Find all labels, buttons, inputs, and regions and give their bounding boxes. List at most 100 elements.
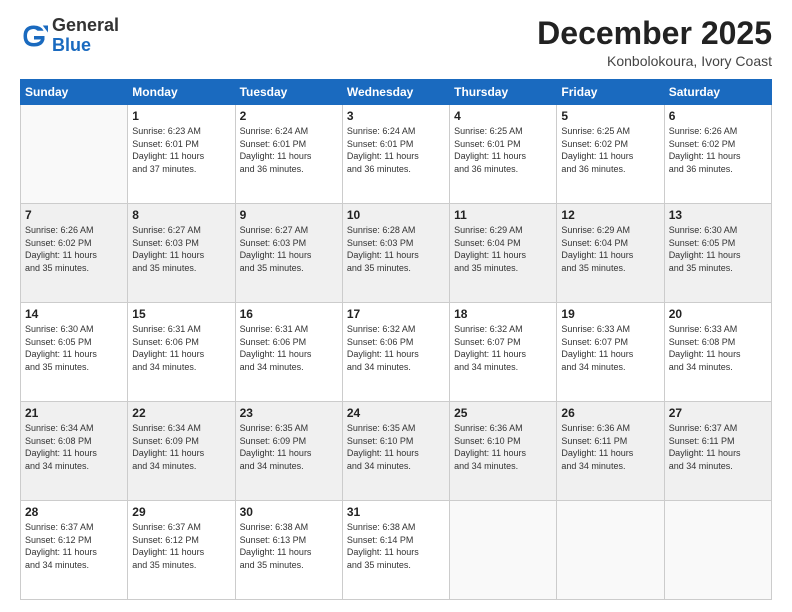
calendar-cell: 30 Sunrise: 6:38 AM Sunset: 6:13 PM Dayli… <box>235 501 342 600</box>
day-number: 13 <box>669 208 767 222</box>
title-block: December 2025 Konbolokoura, Ivory Coast <box>537 16 772 69</box>
calendar-cell: 29Sunrise: 6:37 AM Sunset: 6:12 PM Dayli… <box>128 501 235 600</box>
day-number: 22 <box>132 406 230 420</box>
day-number: 14 <box>25 307 123 321</box>
calendar-cell: 3 Sunrise: 6:24 AM Sunset: 6:01 PM Daylig… <box>342 105 449 204</box>
calendar-week-5: 28 Sunrise: 6:37 AM Sunset: 6:12 PM Dayli… <box>21 501 772 600</box>
day-info: Sunrise: 6:30 AM Sunset: 6:05 PM Dayligh… <box>25 323 123 373</box>
day-info: Sunrise: 6:32 AM Sunset: 6:07 PM Dayligh… <box>454 323 552 373</box>
calendar-cell: 26 Sunrise: 6:36 AM Sunset: 6:11 PM Dayli… <box>557 402 664 501</box>
day-number: 7 <box>25 208 123 222</box>
calendar-cell: 1Sunrise: 6:23 AM Sunset: 6:01 PM Daylig… <box>128 105 235 204</box>
calendar-cell: 14 Sunrise: 6:30 AM Sunset: 6:05 PM Dayli… <box>21 303 128 402</box>
calendar: SundayMondayTuesdayWednesdayThursdayFrid… <box>20 79 772 600</box>
calendar-cell: 4 Sunrise: 6:25 AM Sunset: 6:01 PM Daylig… <box>450 105 557 204</box>
day-info: Sunrise: 6:29 AM Sunset: 6:04 PM Dayligh… <box>561 224 659 274</box>
calendar-cell <box>450 501 557 600</box>
calendar-cell: 12 Sunrise: 6:29 AM Sunset: 6:04 PM Dayli… <box>557 204 664 303</box>
day-info: Sunrise: 6:35 AM Sunset: 6:09 PM Dayligh… <box>240 422 338 472</box>
calendar-cell: 22 Sunrise: 6:34 AM Sunset: 6:09 PM Dayli… <box>128 402 235 501</box>
day-info: Sunrise: 6:37 AM Sunset: 6:12 PM Dayligh… <box>25 521 123 571</box>
calendar-cell: 10 Sunrise: 6:28 AM Sunset: 6:03 PM Dayli… <box>342 204 449 303</box>
logo-text: General Blue <box>52 16 119 56</box>
calendar-cell: 21Sunrise: 6:34 AM Sunset: 6:08 PM Dayli… <box>21 402 128 501</box>
calendar-cell: 7Sunrise: 6:26 AM Sunset: 6:02 PM Daylig… <box>21 204 128 303</box>
header-sunday: Sunday <box>21 80 128 105</box>
calendar-week-1: 1Sunrise: 6:23 AM Sunset: 6:01 PM Daylig… <box>21 105 772 204</box>
day-info: Sunrise: 6:35 AM Sunset: 6:10 PM Dayligh… <box>347 422 445 472</box>
day-number: 25 <box>454 406 552 420</box>
calendar-cell: 18 Sunrise: 6:32 AM Sunset: 6:07 PM Dayli… <box>450 303 557 402</box>
day-info: Sunrise: 6:27 AM Sunset: 6:03 PM Dayligh… <box>240 224 338 274</box>
calendar-cell: 17Sunrise: 6:32 AM Sunset: 6:06 PM Dayli… <box>342 303 449 402</box>
calendar-cell: 8 Sunrise: 6:27 AM Sunset: 6:03 PM Daylig… <box>128 204 235 303</box>
header-tuesday: Tuesday <box>235 80 342 105</box>
header-thursday: Thursday <box>450 80 557 105</box>
calendar-cell: 9 Sunrise: 6:27 AM Sunset: 6:03 PM Daylig… <box>235 204 342 303</box>
day-info: Sunrise: 6:24 AM Sunset: 6:01 PM Dayligh… <box>347 125 445 175</box>
calendar-cell: 27 Sunrise: 6:37 AM Sunset: 6:11 PM Dayli… <box>664 402 771 501</box>
calendar-week-2: 7Sunrise: 6:26 AM Sunset: 6:02 PM Daylig… <box>21 204 772 303</box>
day-number: 18 <box>454 307 552 321</box>
calendar-cell: 15 Sunrise: 6:31 AM Sunset: 6:06 PM Dayli… <box>128 303 235 402</box>
day-number: 11 <box>454 208 552 222</box>
day-info: Sunrise: 6:27 AM Sunset: 6:03 PM Dayligh… <box>132 224 230 274</box>
day-number: 27 <box>669 406 767 420</box>
calendar-cell: 25Sunrise: 6:36 AM Sunset: 6:10 PM Dayli… <box>450 402 557 501</box>
header-monday: Monday <box>128 80 235 105</box>
day-info: Sunrise: 6:34 AM Sunset: 6:09 PM Dayligh… <box>132 422 230 472</box>
calendar-cell <box>664 501 771 600</box>
calendar-cell <box>557 501 664 600</box>
day-number: 10 <box>347 208 445 222</box>
day-number: 16 <box>240 307 338 321</box>
day-number: 6 <box>669 109 767 123</box>
day-number: 9 <box>240 208 338 222</box>
day-number: 3 <box>347 109 445 123</box>
day-info: Sunrise: 6:38 AM Sunset: 6:13 PM Dayligh… <box>240 521 338 571</box>
day-number: 23 <box>240 406 338 420</box>
header: General Blue December 2025 Konbolokoura,… <box>20 16 772 69</box>
calendar-cell: 31Sunrise: 6:38 AM Sunset: 6:14 PM Dayli… <box>342 501 449 600</box>
day-number: 12 <box>561 208 659 222</box>
day-number: 24 <box>347 406 445 420</box>
calendar-cell: 23 Sunrise: 6:35 AM Sunset: 6:09 PM Dayli… <box>235 402 342 501</box>
day-number: 26 <box>561 406 659 420</box>
day-number: 15 <box>132 307 230 321</box>
day-number: 5 <box>561 109 659 123</box>
day-number: 2 <box>240 109 338 123</box>
header-wednesday: Wednesday <box>342 80 449 105</box>
day-info: Sunrise: 6:29 AM Sunset: 6:04 PM Dayligh… <box>454 224 552 274</box>
day-info: Sunrise: 6:24 AM Sunset: 6:01 PM Dayligh… <box>240 125 338 175</box>
day-number: 19 <box>561 307 659 321</box>
day-info: Sunrise: 6:31 AM Sunset: 6:06 PM Dayligh… <box>132 323 230 373</box>
calendar-cell <box>21 105 128 204</box>
day-number: 20 <box>669 307 767 321</box>
day-info: Sunrise: 6:30 AM Sunset: 6:05 PM Dayligh… <box>669 224 767 274</box>
calendar-cell: 13 Sunrise: 6:30 AM Sunset: 6:05 PM Dayli… <box>664 204 771 303</box>
day-info: Sunrise: 6:32 AM Sunset: 6:06 PM Dayligh… <box>347 323 445 373</box>
day-info: Sunrise: 6:31 AM Sunset: 6:06 PM Dayligh… <box>240 323 338 373</box>
day-number: 8 <box>132 208 230 222</box>
day-number: 30 <box>240 505 338 519</box>
month-title: December 2025 <box>537 16 772 51</box>
calendar-week-4: 21Sunrise: 6:34 AM Sunset: 6:08 PM Dayli… <box>21 402 772 501</box>
day-info: Sunrise: 6:28 AM Sunset: 6:03 PM Dayligh… <box>347 224 445 274</box>
day-number: 28 <box>25 505 123 519</box>
calendar-cell: 19Sunrise: 6:33 AM Sunset: 6:07 PM Dayli… <box>557 303 664 402</box>
day-info: Sunrise: 6:37 AM Sunset: 6:12 PM Dayligh… <box>132 521 230 571</box>
day-number: 4 <box>454 109 552 123</box>
calendar-cell: 2 Sunrise: 6:24 AM Sunset: 6:01 PM Daylig… <box>235 105 342 204</box>
logo: General Blue <box>20 16 119 56</box>
calendar-cell: 11 Sunrise: 6:29 AM Sunset: 6:04 PM Dayli… <box>450 204 557 303</box>
location: Konbolokoura, Ivory Coast <box>537 53 772 69</box>
header-saturday: Saturday <box>664 80 771 105</box>
day-info: Sunrise: 6:36 AM Sunset: 6:11 PM Dayligh… <box>561 422 659 472</box>
day-info: Sunrise: 6:37 AM Sunset: 6:11 PM Dayligh… <box>669 422 767 472</box>
calendar-week-3: 14 Sunrise: 6:30 AM Sunset: 6:05 PM Dayli… <box>21 303 772 402</box>
page: General Blue December 2025 Konbolokoura,… <box>0 0 792 612</box>
general-blue-icon <box>20 22 48 50</box>
day-info: Sunrise: 6:26 AM Sunset: 6:02 PM Dayligh… <box>669 125 767 175</box>
calendar-cell: 6 Sunrise: 6:26 AM Sunset: 6:02 PM Daylig… <box>664 105 771 204</box>
day-info: Sunrise: 6:33 AM Sunset: 6:08 PM Dayligh… <box>669 323 767 373</box>
day-info: Sunrise: 6:25 AM Sunset: 6:01 PM Dayligh… <box>454 125 552 175</box>
